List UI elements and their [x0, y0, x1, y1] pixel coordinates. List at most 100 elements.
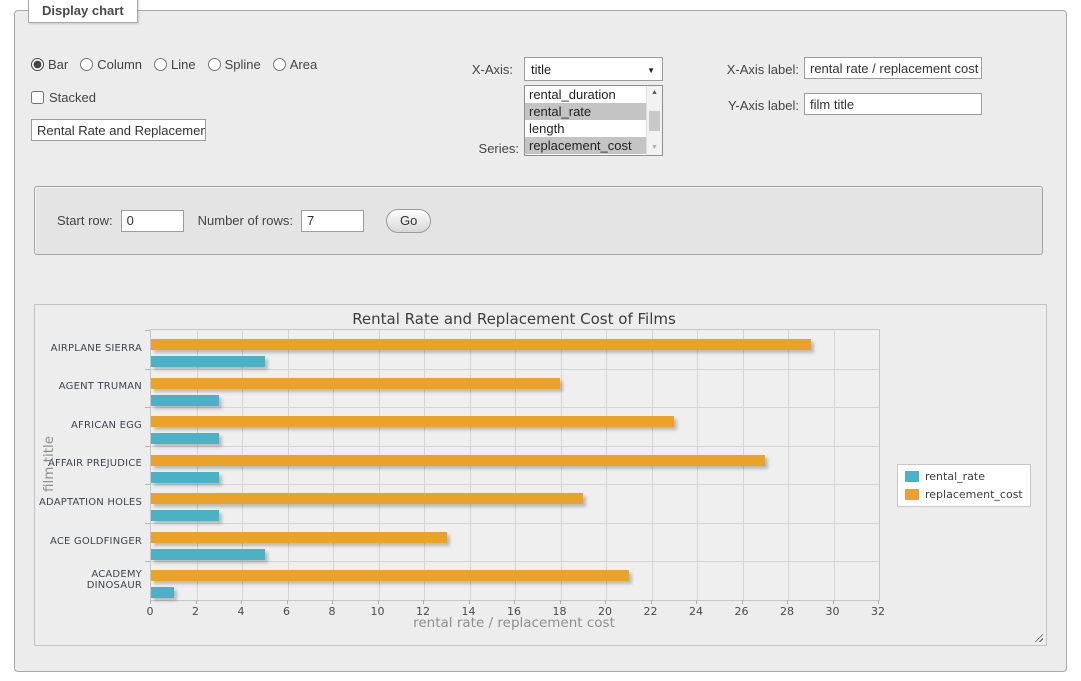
radio-line[interactable] [154, 58, 167, 71]
scroll-down-icon[interactable]: ▼ [647, 141, 662, 155]
chart-type-option-spline[interactable]: Spline [208, 57, 261, 72]
radio-spline[interactable] [208, 58, 221, 71]
bar-replacement_cost [151, 455, 765, 466]
radio-column[interactable] [80, 58, 93, 71]
chart-title-input[interactable] [31, 119, 206, 141]
x-tick-mark [514, 600, 515, 604]
start-row-label: Start row: [57, 213, 113, 228]
x-tick-label: 6 [283, 605, 290, 618]
plot-area [150, 329, 880, 601]
x-tick-mark [696, 600, 697, 604]
bar-rental_rate [151, 510, 219, 521]
series-options: rental_durationrental_ratelengthreplacem… [525, 86, 662, 154]
bar-replacement_cost [151, 416, 674, 427]
y-axis-label-input[interactable] [804, 93, 982, 115]
category-label: AIRPLANE SIERRA [35, 329, 142, 368]
gridline [151, 484, 879, 485]
resize-handle[interactable] [1033, 632, 1043, 642]
listbox-scrollbar[interactable]: ▲ ▼ [646, 86, 662, 155]
radio-area[interactable] [273, 58, 286, 71]
panel-title: Display chart [28, 0, 138, 23]
bar-rental_rate [151, 549, 265, 560]
stacked-option[interactable]: Stacked [31, 90, 96, 105]
x-tick-mark [560, 600, 561, 604]
legend-swatch-rental-rate [905, 471, 919, 482]
x-tick-label: 24 [689, 605, 703, 618]
x-tick-mark [742, 600, 743, 604]
x-tick-mark [287, 600, 288, 604]
x-tick-mark [423, 600, 424, 604]
x-axis-select-label: X-Axis: [435, 62, 513, 77]
category-label: ACADEMY DINOSAUR [35, 560, 142, 599]
x-tick-mark [787, 600, 788, 604]
series-option-rental_duration[interactable]: rental_duration [525, 86, 662, 103]
stacked-checkbox[interactable] [31, 91, 44, 104]
start-row-input[interactable] [121, 210, 184, 232]
chart-container: Rental Rate and Replacement Cost of Film… [34, 304, 1047, 646]
bar-rental_rate [151, 433, 219, 444]
chart-type-option-line[interactable]: Line [154, 57, 196, 72]
x-tick-mark [241, 600, 242, 604]
x-axis-select[interactable]: title ▼ [524, 57, 663, 81]
chart-type-label: Line [171, 57, 196, 72]
bar-replacement_cost [151, 570, 629, 581]
y-axis-title: film title [41, 436, 57, 492]
chart-type-label: Spline [225, 57, 261, 72]
display-chart-panel: Display chart BarColumnLineSplineArea St… [14, 10, 1067, 672]
series-listbox[interactable]: rental_durationrental_ratelengthreplacem… [524, 85, 663, 156]
bar-replacement_cost [151, 378, 560, 389]
scrollbar-thumb[interactable] [649, 111, 660, 131]
x-axis-selected-value: title [531, 62, 551, 77]
series-option-rental_rate[interactable]: rental_rate [525, 103, 662, 120]
x-axis-label-label: X-Axis label: [691, 62, 799, 77]
x-tick-label: 30 [826, 605, 840, 618]
y-tick-mark [145, 407, 150, 408]
chart-type-label: Area [290, 57, 317, 72]
x-tick-mark [150, 600, 151, 604]
x-tick-label: 0 [147, 605, 154, 618]
x-tick-mark [378, 600, 379, 604]
category-label: AGENT TRUMAN [35, 368, 142, 407]
series-option-length[interactable]: length [525, 120, 662, 137]
x-tick-mark [469, 600, 470, 604]
x-tick-label: 8 [329, 605, 336, 618]
x-axis-label-input[interactable] [804, 57, 982, 79]
chart-type-option-bar[interactable]: Bar [31, 57, 68, 72]
bar-replacement_cost [151, 493, 583, 504]
radio-bar[interactable] [31, 58, 44, 71]
legend-label: replacement_cost [925, 488, 1023, 501]
gridline [151, 523, 879, 524]
gridline [151, 561, 879, 562]
num-rows-input[interactable] [301, 210, 364, 232]
legend-label: rental_rate [925, 470, 985, 483]
go-button[interactable]: Go [386, 209, 431, 233]
bar-rental_rate [151, 587, 174, 598]
gridline [151, 407, 879, 408]
series-option-replacement_cost[interactable]: replacement_cost [525, 137, 662, 154]
y-tick-mark [145, 523, 150, 524]
chart-type-option-column[interactable]: Column [80, 57, 142, 72]
gridline [151, 446, 879, 447]
y-tick-mark [145, 446, 150, 447]
legend-swatch-replacement-cost [905, 489, 919, 500]
legend-item-rental-rate: rental_rate [905, 470, 1023, 483]
bar-replacement_cost [151, 532, 447, 543]
row-range-box: Start row: Number of rows: Go [34, 186, 1043, 255]
gridline [834, 330, 835, 600]
legend-item-replacement-cost: replacement_cost [905, 488, 1023, 501]
chart-type-option-area[interactable]: Area [273, 57, 317, 72]
series-label: Series: [435, 141, 519, 156]
num-rows-label: Number of rows: [198, 213, 293, 228]
scroll-up-icon[interactable]: ▲ [647, 86, 662, 100]
gridline [788, 330, 789, 600]
stacked-label: Stacked [49, 90, 96, 105]
x-tick-mark [651, 600, 652, 604]
x-tick-mark [196, 600, 197, 604]
category-label: ACE GOLDFINGER [35, 522, 142, 561]
chart-title: Rental Rate and Replacement Cost of Film… [150, 310, 878, 328]
y-tick-mark [145, 330, 150, 331]
y-tick-mark [145, 484, 150, 485]
x-tick-label: 4 [238, 605, 245, 618]
bar-rental_rate [151, 356, 265, 367]
x-tick-label: 28 [780, 605, 794, 618]
